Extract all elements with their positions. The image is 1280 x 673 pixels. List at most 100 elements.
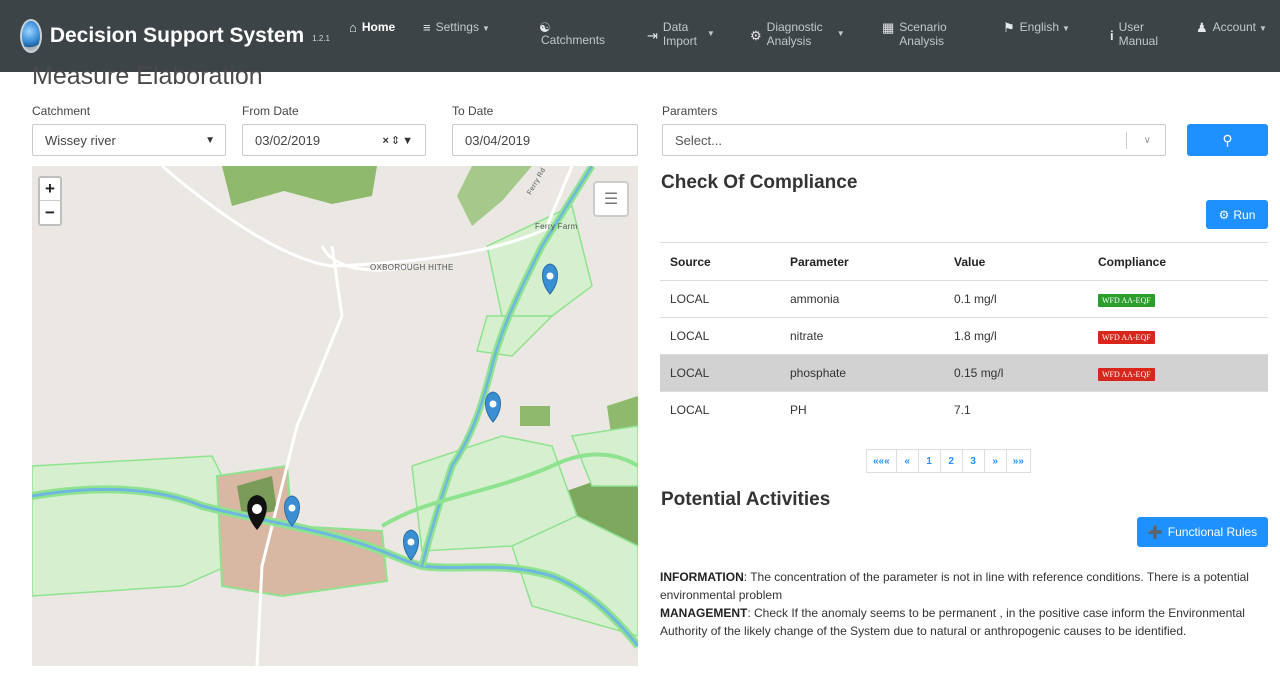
map-zoom-control: + − — [38, 176, 62, 226]
nav-catchments-label: Catchments — [541, 33, 606, 47]
status-badge: WFD AA-EQF — [1098, 293, 1155, 307]
nav-diagnostic-text: Diagnostic Analysis — [767, 20, 823, 48]
catchment-label: Catchment — [32, 104, 91, 118]
woodland-area — [520, 406, 550, 426]
cell-compliance — [1088, 391, 1268, 429]
map-canvas[interactable] — [32, 166, 638, 666]
nav-data-import-line2: Import — [662, 34, 697, 48]
table-row[interactable]: LOCAL PH 7.1 — [660, 391, 1268, 429]
parameters-label: Paramters — [662, 104, 718, 118]
nav-diagnostic-line2: Analysis — [766, 34, 812, 48]
page-last[interactable]: »» — [1005, 449, 1031, 473]
brand[interactable]: Decision Support System 1.2.1 — [0, 19, 330, 53]
caret-down-icon: ▼ — [1062, 24, 1070, 33]
status-badge: WFD AA-EQF — [1098, 367, 1155, 381]
nav-home[interactable]: ⌂ Home — [349, 0, 395, 72]
page-3[interactable]: 3 — [961, 449, 985, 473]
page-1[interactable]: 1 — [917, 449, 941, 473]
station-marker — [403, 529, 419, 561]
run-button[interactable]: ⚙ Run — [1206, 200, 1268, 229]
cell-source: LOCAL — [660, 317, 780, 355]
information-key: INFORMATION — [660, 570, 744, 584]
column-header[interactable]: Source — [660, 242, 780, 281]
woodland-area — [222, 166, 377, 206]
cell-parameter: phosphate — [780, 354, 944, 392]
nav-manual-line2: Manual — [1118, 34, 1158, 48]
app-title: Decision Support System — [49, 24, 305, 47]
sliders-icon: ≡ — [423, 20, 431, 35]
cell-value: 7.1 — [944, 391, 1088, 429]
from-date-input[interactable]: 03/02/2019 ×⇕▼ — [242, 124, 426, 156]
caret-down-icon: ▼ — [481, 24, 490, 33]
page-first[interactable]: ««« — [866, 449, 897, 473]
cell-source: LOCAL — [660, 391, 780, 429]
column-header[interactable]: Value — [944, 242, 1088, 281]
zoom-out-button[interactable]: − — [40, 201, 60, 224]
app-version: 1.2.1 — [312, 33, 330, 43]
map-view[interactable]: OXBOROUGH HITHE Ferry Farm Ferry Rd — [32, 166, 638, 666]
activities-title: Potential Activities — [661, 489, 831, 510]
from-date-value: 03/02/2019 — [255, 132, 321, 148]
flag-icon: ⚑ — [1003, 20, 1015, 35]
to-date-input[interactable]: 03/04/2019 — [452, 124, 638, 156]
nav-account[interactable]: ♟ Account ▼ — [1196, 0, 1267, 72]
nav-home-label: Home — [361, 20, 396, 34]
parameters-placeholder: Select... — [675, 132, 722, 148]
nav-scenario-analysis[interactable]: ▦ Scenario Analysis — [882, 0, 947, 72]
station-marker — [485, 391, 501, 423]
nav-data-import[interactable]: ⇥ Data Import ▼ — [647, 0, 715, 72]
nav-data-import-line1: Data — [662, 20, 689, 34]
pagination: ««« « 1 2 3 » »» — [866, 449, 1031, 473]
functional-rules-button[interactable]: ➕ Functional Rules — [1137, 517, 1268, 547]
table-icon: ▦ — [882, 20, 895, 35]
woodland-area — [457, 166, 532, 226]
nav-scenario-line1: Scenario — [899, 20, 947, 34]
column-header[interactable]: Parameter — [780, 242, 944, 281]
caret-down-icon: ▼ — [706, 29, 715, 38]
run-label: Run — [1233, 207, 1256, 222]
page-2[interactable]: 2 — [939, 449, 963, 473]
functional-rules-label: Functional Rules — [1167, 525, 1258, 539]
nav-scenario-text: Scenario Analysis — [899, 20, 946, 48]
zoom-in-button[interactable]: + — [40, 178, 60, 201]
page-title: Measure Elaboration — [32, 62, 263, 90]
cogs-icon: ⚙ — [1218, 207, 1230, 222]
table-row[interactable]: LOCAL nitrate 1.8 mg/l WFD AA-EQF — [660, 317, 1268, 355]
nav-diagnostic-analysis[interactable]: ⚙ Diagnostic Analysis ▼ — [750, 0, 845, 72]
cell-source: LOCAL — [660, 354, 780, 392]
user-icon: ♟ — [1196, 20, 1208, 35]
cell-value: 0.15 mg/l — [944, 354, 1088, 392]
cell-parameter: ammonia — [780, 280, 944, 318]
roads — [161, 166, 574, 666]
page-next[interactable]: » — [983, 449, 1007, 473]
nav-diagnostic-line1: Diagnostic — [766, 20, 823, 34]
caret-down-icon: ▼ — [836, 29, 845, 38]
parameters-select[interactable]: Select... ∨ — [662, 124, 1166, 156]
from-date-label: From Date — [242, 104, 299, 118]
cell-parameter: PH — [780, 391, 944, 429]
plus-circle-icon: ➕ — [1147, 525, 1163, 539]
layers-icon[interactable]: ☰ — [593, 181, 629, 217]
map-label-oxborough: OXBOROUGH HITHE — [370, 263, 454, 272]
to-date-value: 03/04/2019 — [465, 132, 531, 148]
search-icon: ⚲ — [1222, 131, 1233, 148]
catchment-select[interactable]: Wissey river ▼ — [32, 124, 226, 156]
caret-down-icon: ▼ — [1259, 24, 1267, 33]
management-key: MANAGEMENT — [660, 606, 748, 620]
nav-scenario-line2: Analysis — [899, 34, 944, 48]
cell-source: LOCAL — [660, 280, 780, 318]
nav-language[interactable]: ⚑ English ▼ — [1003, 0, 1070, 72]
table-row[interactable]: LOCAL ammonia 0.1 mg/l WFD AA-EQF — [660, 280, 1268, 318]
page-prev[interactable]: « — [895, 449, 919, 473]
cell-value: 0.1 mg/l — [944, 280, 1088, 318]
compliance-title: Check Of Compliance — [661, 172, 858, 193]
search-button[interactable]: ⚲ — [1187, 124, 1268, 156]
table-row[interactable]: LOCAL phosphate 0.15 mg/l WFD AA-EQF — [660, 354, 1268, 392]
column-header[interactable]: Compliance — [1088, 242, 1268, 281]
information-text: : The concentration of the parameter is … — [660, 570, 1249, 602]
cell-compliance: WFD AA-EQF — [1088, 317, 1268, 355]
nav-user-manual[interactable]: i User Manual — [1110, 0, 1158, 72]
nav-settings[interactable]: ≡ Settings ▼ — [423, 0, 490, 72]
table-header-row: Source Parameter Value Compliance — [660, 242, 1268, 281]
date-controls-icon[interactable]: ×⇕▼ — [382, 134, 415, 147]
